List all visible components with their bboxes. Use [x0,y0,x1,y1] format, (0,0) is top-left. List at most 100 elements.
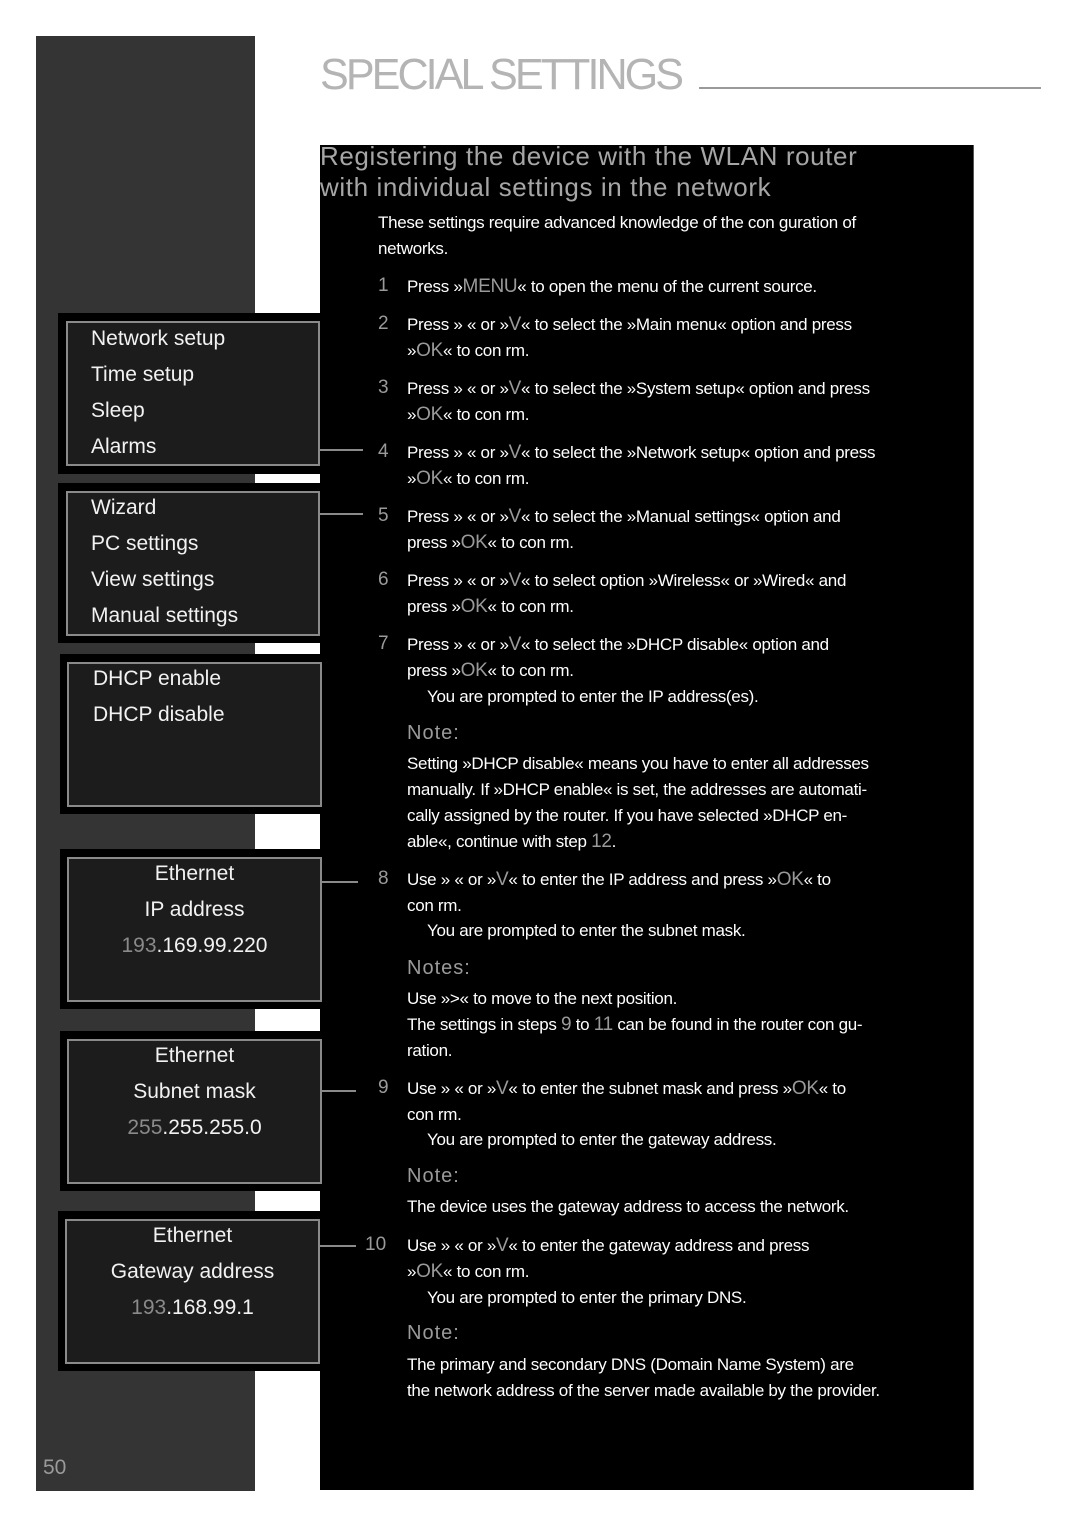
subnet-mask-value[interactable]: 255.255.255.0 [69,1116,320,1140]
menu-item-dhcp-enable[interactable]: DHCP enable [93,667,221,691]
title-rule [699,87,1041,89]
step-line: con rm. [407,1105,462,1124]
screen-subnet-mask: Ethernet Subnet mask 255.255.255.0 [67,1039,322,1184]
step-number: 2 [378,313,389,334]
menu-item-dhcp-disable[interactable]: DHCP disable [93,703,225,727]
step-line: »OK« to con rm. [407,468,530,489]
note-text: The device uses the gateway address to a… [407,1194,849,1220]
note-text: Use »>« to move to the next position. Th… [407,986,863,1064]
gap [255,814,320,849]
step-text: Use » « or »V« to enter the IP address a… [407,867,831,919]
step-line: Press » « or »V« to select the »DHCP dis… [407,634,829,655]
screen-gateway-address: Ethernet Gateway address 193.168.99.1 [65,1219,320,1364]
remaining-octets: .169.99.220 [156,934,268,957]
screen-label: Subnet mask [133,1080,256,1103]
step-text: Press » « or »V« to select the »Manual s… [407,504,841,556]
callout-line [322,1090,356,1092]
step-number: 9 [378,1077,389,1098]
intro-line: networks. [378,239,449,258]
step-text: Use » « or »V« to enter the subnet mask … [407,1076,846,1128]
step-number: 8 [378,868,389,889]
step-line: press »OK« to con rm. [407,596,574,617]
callout-line [322,881,358,883]
gap [255,475,320,483]
screen-label: IP address [144,898,245,921]
step-number: 3 [378,377,389,398]
note-label: Note: [407,1322,460,1344]
step-text: Press » « or »V« to select the »DHCP dis… [407,632,829,684]
section-heading: Registering the device with the WLAN rou… [320,141,857,203]
note-line: The device uses the gateway address to a… [407,1197,849,1216]
note-label: Note: [407,722,460,744]
note-line: the network address of the server made a… [407,1381,880,1400]
ip-address-value[interactable]: 193.169.99.220 [69,934,320,958]
step-text: Press » « or »V« to select the »System s… [407,376,870,428]
active-octet: 193 [131,1296,167,1319]
step-line: Use » « or »V« to enter the IP address a… [407,869,831,890]
step-number: 6 [378,569,389,590]
step-number: 1 [378,275,389,296]
step-result: You are prompted to enter the primary DN… [427,1288,747,1307]
active-octet: 255 [127,1116,163,1139]
step-text: Press » « or »V« to select the »Main men… [407,312,852,364]
step-text: Use » « or »V« to enter the gateway addr… [407,1233,810,1285]
note-line: Setting »DHCP disable« means you have to… [407,754,869,773]
gap [255,1371,320,1491]
menu-item-time-setup[interactable]: Time setup [91,363,194,387]
step-text: Press » « or »V« to select option »Wirel… [407,568,846,620]
screen-title: Ethernet [152,1224,233,1247]
screen-network-menu: Wizard PC settings View settings Manual … [66,491,320,636]
step-line: Press » « or »V« to select the »Network … [407,442,876,463]
section-heading-line: Registering the device with the WLAN rou… [320,141,858,171]
section-heading-line: with individual settings in the network [320,172,772,202]
callout-line [320,1245,356,1247]
note-text: The primary and secondary DNS (Domain Na… [407,1352,880,1404]
step-text: Press » « or »V« to select the »Network … [407,440,875,492]
note-line: The primary and secondary DNS (Domain Na… [407,1355,854,1374]
note-line: Use »>« to move to the next position. [407,989,678,1008]
note-line: cally assigned by the router. If you hav… [407,806,847,825]
step-result: You are prompted to enter the gateway ad… [427,1130,777,1149]
step-number: 4 [378,441,389,462]
menu-item-alarms[interactable]: Alarms [91,435,156,459]
step-line: »OK« to con rm. [407,340,530,361]
step-line: Press » « or »V« to select the »Manual s… [407,506,841,527]
gap [255,1010,320,1031]
screen-title: Ethernet [154,862,235,885]
step-text: Press »MENU« to open the menu of the cur… [407,274,817,300]
step-line: con rm. [407,896,462,915]
menu-item-manual-settings[interactable]: Manual settings [91,604,238,628]
step-number: 7 [378,633,389,654]
page-number: 50 [43,1456,67,1479]
menu-item-pc-settings[interactable]: PC settings [91,532,198,556]
step-line: Use » « or »V« to enter the gateway addr… [407,1235,810,1256]
note-label: Note: [407,1165,460,1187]
menu-item-sleep[interactable]: Sleep [91,399,145,423]
note-line: manually. If »DHCP enable« is set, the a… [407,780,867,799]
menu-item-view-settings[interactable]: View settings [91,568,214,592]
step-result: You are prompted to enter the IP address… [427,687,759,706]
callout-line [320,449,363,451]
menu-item-network-setup[interactable]: Network setup [91,327,225,351]
note-text: Setting »DHCP disable« means you have to… [407,751,869,855]
note-line: ration. [407,1041,453,1060]
note-line: able«, continue with step 12. [407,831,617,852]
step-line: Press » « or »V« to select the »System s… [407,378,870,399]
gap [255,644,320,654]
menu-item-wizard[interactable]: Wizard [91,496,156,520]
step-number: 10 [365,1234,387,1255]
step-line: Use » « or »V« to enter the subnet mask … [407,1078,846,1099]
screen-ip-address: Ethernet IP address 193.169.99.220 [67,857,322,1002]
callout-line [320,513,363,515]
gateway-address-value[interactable]: 193.168.99.1 [67,1296,318,1320]
screen-label: Gateway address [110,1260,275,1283]
gap [255,1192,320,1212]
screen-dhcp-menu: DHCP enable DHCP disable [67,662,322,807]
intro-line: These settings require advanced knowledg… [378,213,856,232]
page-title: SPECIAL SETTINGS [320,50,684,99]
remaining-octets: .168.99.1 [166,1296,254,1319]
step-line: »OK« to con rm. [407,404,530,425]
step-line: press »OK« to con rm. [407,660,574,681]
note-label: Notes: [407,957,471,979]
screen-title: Ethernet [154,1044,235,1067]
